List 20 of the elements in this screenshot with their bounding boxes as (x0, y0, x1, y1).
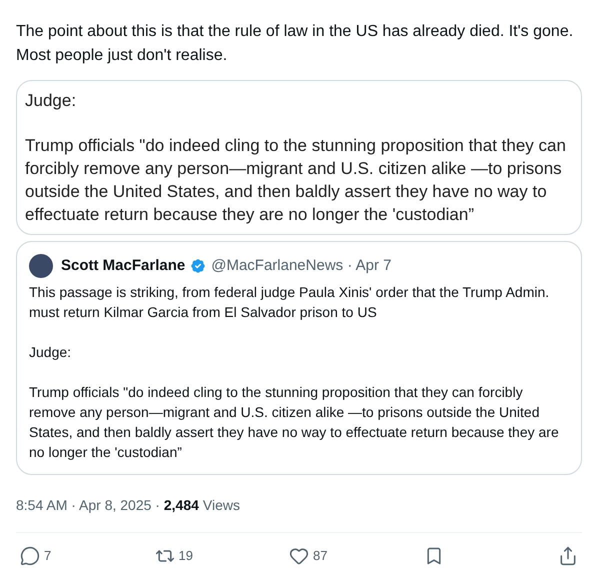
image-text: Trump officials "do indeed cling to the stunning proposition that they can forcibly remove any person—migrant and U.S. citizen alike —to prisons outside the United States, and then baldly assert they have no way to effectuate return because they are no longer the 'custodian” (25, 135, 567, 226)
quote-text: This passage is striking, from federal judge Paula Xinis' order that the Trump Admin. must return Kilmar Garcia from El Salvador prison to US (29, 283, 550, 322)
quoted-tweet-card[interactable] (16, 241, 582, 475)
repost-button[interactable]: 19 (154, 546, 254, 566)
share-button[interactable] (558, 546, 578, 566)
like-button[interactable]: 87 (289, 546, 389, 566)
tweet-text: The point about this is that the rule of law in the US has already died. It's gone. Most people just don't realise. (16, 22, 574, 66)
heart-icon (289, 546, 309, 566)
image-text: Judge: (25, 90, 78, 112)
author-name[interactable]: Scott MacFarlane (61, 254, 186, 278)
timestamp: 8:54 AM · Apr 8, 2025 · (16, 496, 161, 515)
reply-button[interactable]: 7 (20, 546, 120, 566)
quote-text: Judge: (29, 343, 72, 362)
views-count: 2,484 (164, 496, 199, 515)
views-label: Views (202, 496, 240, 515)
author-handle: @MacFarlaneNews · Apr 7 (211, 256, 392, 276)
quote-text: Trump officials "do indeed cling to the stunning proposition that they can forcibly remove any person—migrant and U.S. citizen alike —to prisons outside the United States, and then baldly assert they have no way to effectuate return because they are no longer the 'custodian” (29, 383, 560, 462)
speech-bubble-icon (20, 546, 40, 566)
avatar-icon (29, 254, 53, 278)
share-icon (558, 546, 578, 566)
